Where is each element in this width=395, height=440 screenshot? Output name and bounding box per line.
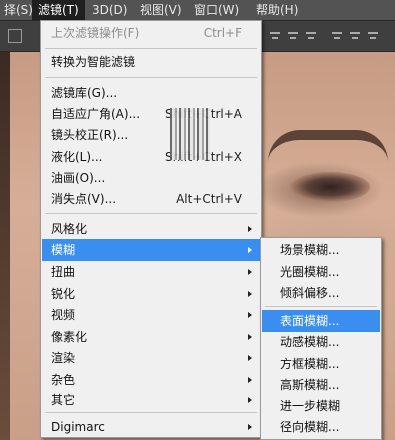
submenu-arrow-icon xyxy=(248,377,252,383)
submenu-arrow-icon xyxy=(248,226,252,232)
filter-menu: 上次滤镜操作(F) Ctrl+F 转换为智能滤镜 滤镜库(G)... 自适应广角… xyxy=(40,20,262,438)
submenu-item-field-blur[interactable]: 场景模糊... xyxy=(262,239,380,261)
menu-filter[interactable]: 滤镜(T) xyxy=(32,0,85,20)
menu-item-other[interactable]: 其它 xyxy=(42,389,260,411)
menu-3d[interactable]: 3D(D) xyxy=(86,0,133,20)
menu-item-vanishing-point[interactable]: 消失点(V)... Alt+Ctrl+V xyxy=(42,188,260,210)
menu-separator xyxy=(45,412,257,413)
menu-item-blur[interactable]: 模糊 xyxy=(42,239,260,261)
menu-item-pixelate[interactable]: 像素化 xyxy=(42,326,260,348)
submenu-item-blur-more[interactable]: 进一步模糊 xyxy=(262,395,380,417)
submenu-item-gaussian-blur[interactable]: 高斯模糊... xyxy=(262,374,380,396)
menu-bar: 择(S) 滤镜(T) 3D(D) 视图(V) 窗口(W) 帮助(H) xyxy=(0,0,395,20)
submenu-arrow-icon xyxy=(248,269,252,275)
distribute-top-icon[interactable] xyxy=(330,29,344,43)
submenu-item-surface-blur[interactable]: 表面模糊... xyxy=(262,310,380,332)
submenu-arrow-icon xyxy=(248,291,252,297)
align-top-icon[interactable] xyxy=(268,29,282,43)
canvas-hair xyxy=(0,50,10,440)
submenu-arrow-icon xyxy=(248,397,252,403)
submenu-arrow-icon xyxy=(248,355,252,361)
submenu-item-tilt-shift[interactable]: 倾斜偏移... xyxy=(262,282,380,304)
menu-item-video[interactable]: 视频 xyxy=(42,304,260,326)
menu-help[interactable]: 帮助(H) xyxy=(250,0,304,20)
menu-item-distort[interactable]: 扭曲 xyxy=(42,261,260,283)
submenu-arrow-icon xyxy=(248,247,252,253)
submenu-arrow-icon xyxy=(248,424,252,430)
menu-separator xyxy=(45,48,257,49)
align-bottom-icon[interactable] xyxy=(304,29,318,43)
submenu-item-radial-blur[interactable]: 径向模糊... xyxy=(262,416,380,438)
canvas-eyebrow xyxy=(268,130,388,162)
menu-item-sharpen[interactable]: 锐化 xyxy=(42,283,260,305)
menu-item-convert-smart-filter[interactable]: 转换为智能滤镜 xyxy=(42,51,260,73)
menu-separator xyxy=(45,213,257,214)
menu-item-lens-correction[interactable]: 镜头校正(R)... xyxy=(42,124,260,146)
menu-item-adaptive-wide-angle[interactable]: 自适应广角(A)... Shift+Ctrl+A xyxy=(42,103,260,125)
menu-item-liquify[interactable]: 液化(L)... Shift+Ctrl+X xyxy=(42,146,260,168)
menu-view[interactable]: 视图(V) xyxy=(134,0,188,20)
submenu-item-box-blur[interactable]: 方框模糊... xyxy=(262,353,380,375)
menu-item-render[interactable]: 渲染 xyxy=(42,347,260,369)
menu-item-noise[interactable]: 杂色 xyxy=(42,369,260,391)
menu-item-filter-gallery[interactable]: 滤镜库(G)... xyxy=(42,82,260,104)
align-middle-icon[interactable] xyxy=(286,29,300,43)
submenu-arrow-icon xyxy=(248,312,252,318)
submenu-item-iris-blur[interactable]: 光圈模糊... xyxy=(262,261,380,283)
tool-option-icon[interactable] xyxy=(8,29,22,43)
distribute-bottom-icon[interactable] xyxy=(366,29,380,43)
canvas-eye xyxy=(290,172,370,202)
menu-item-stylize[interactable]: 风格化 xyxy=(42,218,260,240)
distribute-middle-icon[interactable] xyxy=(348,29,362,43)
menu-item-oil-paint[interactable]: 油画(O)... xyxy=(42,167,260,189)
menu-item-digimarc[interactable]: Digimarc xyxy=(42,416,260,438)
redacted-shortcut-blur xyxy=(170,108,210,160)
menu-window[interactable]: 窗口(W) xyxy=(188,0,245,20)
menu-separator xyxy=(45,77,257,78)
blur-submenu: 场景模糊... 光圈模糊... 倾斜偏移... 表面模糊... 动感模糊... … xyxy=(260,237,382,440)
submenu-arrow-icon xyxy=(248,334,252,340)
submenu-item-motion-blur[interactable]: 动感模糊... xyxy=(262,331,380,353)
menu-separator xyxy=(265,306,377,307)
menu-item-last-filter[interactable]: 上次滤镜操作(F) Ctrl+F xyxy=(42,22,260,44)
